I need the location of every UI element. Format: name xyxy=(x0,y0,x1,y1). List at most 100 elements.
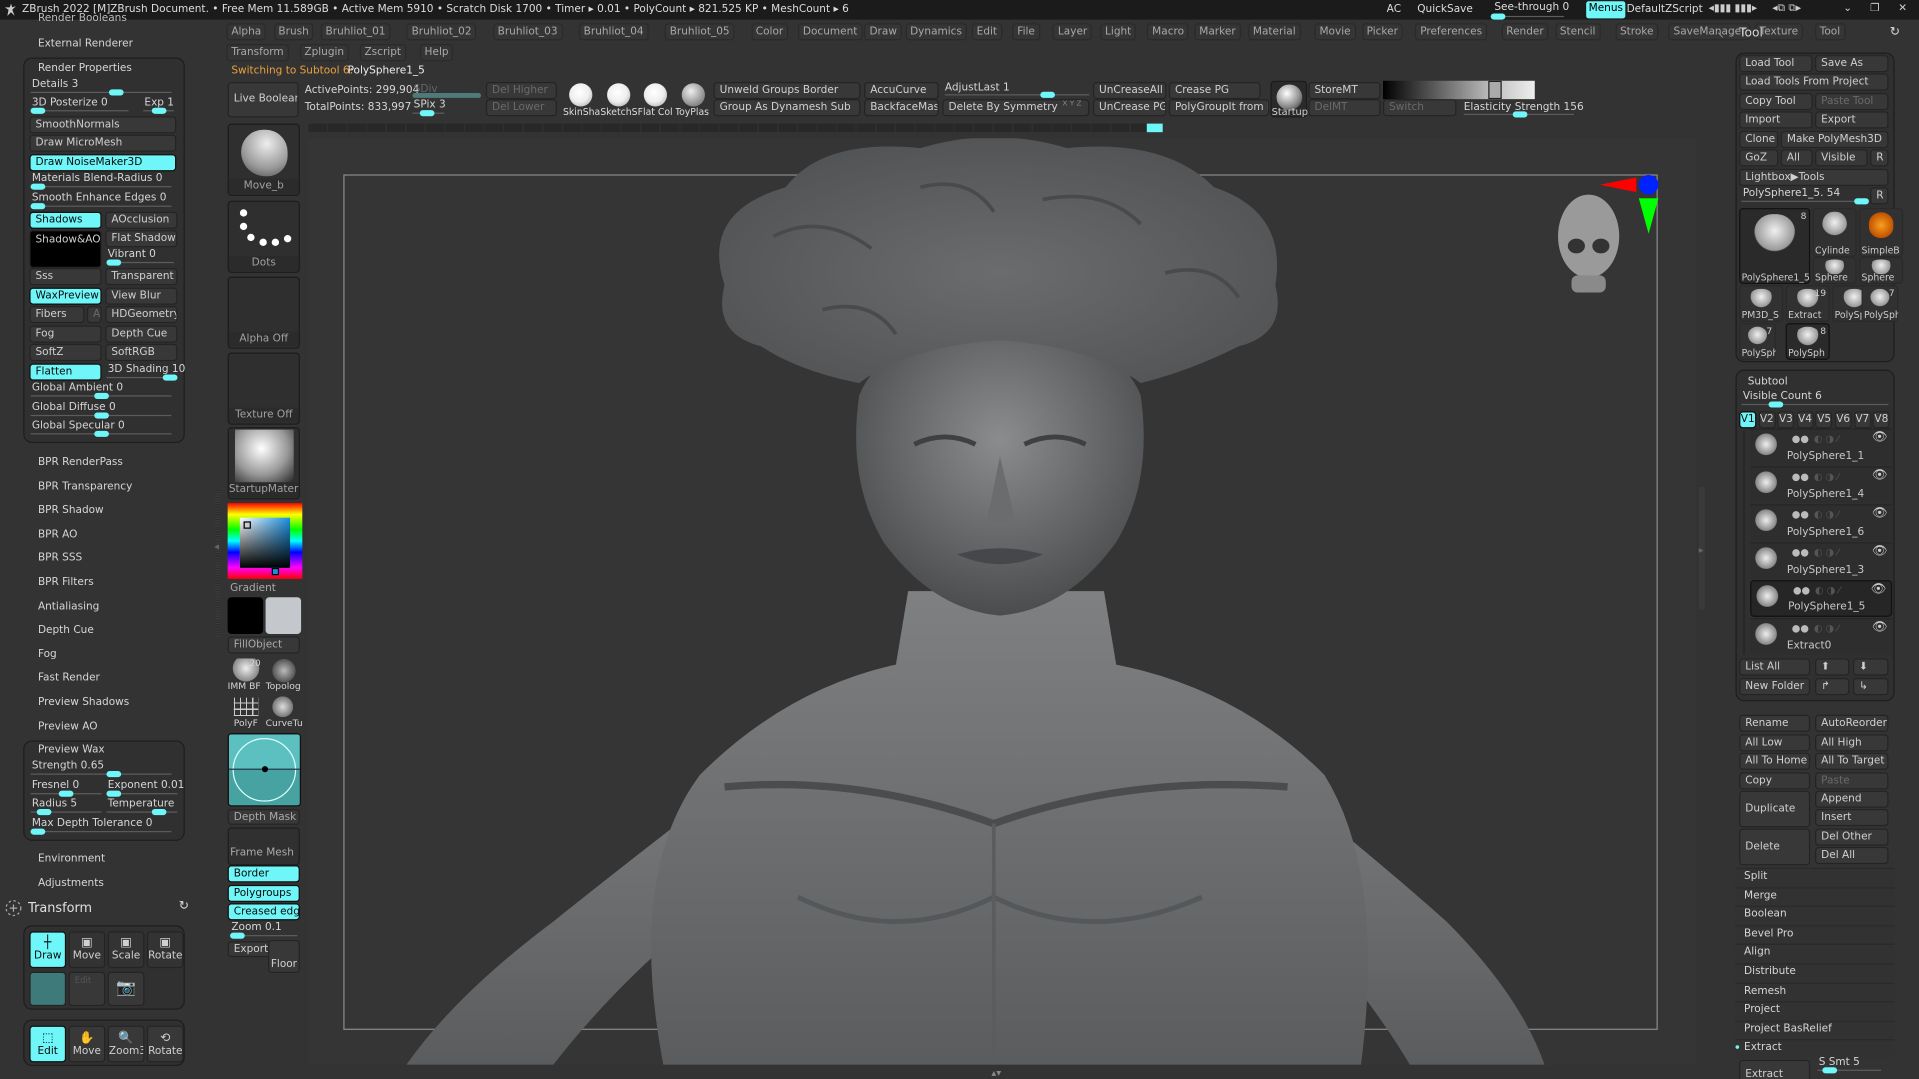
menu-movie[interactable]: Movie xyxy=(1314,23,1356,41)
canvas-viewport[interactable] xyxy=(308,137,1697,1065)
subtool-item[interactable]: ●● ◐ ◑ ⁄ 👁 PolySphere1_4 xyxy=(1750,466,1893,504)
del-higher-button[interactable]: Del Higher xyxy=(485,82,557,100)
material-gradient-bar[interactable] xyxy=(1383,80,1535,100)
menu-bruhliot-03[interactable]: Bruhliot_03 xyxy=(492,23,563,41)
scale-button[interactable]: ▣ Scale xyxy=(107,931,145,969)
s-smt-slider-track[interactable] xyxy=(1817,1067,1882,1074)
move-view-button[interactable]: ✋ Move xyxy=(68,1025,106,1063)
slider-knob[interactable] xyxy=(108,89,124,96)
version-v6[interactable]: V6 xyxy=(1834,411,1852,429)
switch-button[interactable]: Switch xyxy=(1383,99,1457,117)
layout-toggle-icon[interactable]: ◂▮▮▮ ▮▮▮▸ xyxy=(1709,2,1758,14)
slider-knob[interactable] xyxy=(106,259,122,266)
waxpreview-button[interactable]: WaxPreview xyxy=(29,287,102,305)
polygroups-toggle[interactable]: Polygroups xyxy=(227,884,300,903)
global-ambient-slider[interactable]: Global Ambient 0 xyxy=(32,382,123,394)
blend-radius-slider[interactable]: Materials Blend-Radius 0 xyxy=(32,173,163,185)
autoreorder-button[interactable]: AutoReorder xyxy=(1815,714,1889,732)
menu-stencil[interactable]: Stencil xyxy=(1554,23,1601,41)
brush-selector[interactable]: Move_b xyxy=(227,123,300,196)
list-all-button[interactable]: List All xyxy=(1739,658,1811,676)
creased-edges-toggle[interactable]: Creased edges xyxy=(227,903,300,921)
group-as-dynamesh-sub-button[interactable]: Group As Dynamesh Sub xyxy=(713,99,861,117)
see-through-slider[interactable]: See-through 0 xyxy=(1494,1,1569,13)
menu-item-preview-shadows[interactable]: Preview Shadows xyxy=(38,696,129,708)
gyro-button[interactable] xyxy=(29,971,67,1007)
aocclusion-button[interactable]: AOcclusion xyxy=(105,211,178,229)
polypaint-toggle-icon[interactable]: ●● xyxy=(1793,585,1810,596)
menu-item-bpr-filters[interactable]: BPR Filters xyxy=(38,576,94,588)
subtool-options-icon[interactable]: ◐ ◑ ⁄ xyxy=(1815,585,1840,596)
tool-count-slider[interactable]: PolySphere1_5. 54 xyxy=(1743,187,1840,199)
stroke-selector[interactable]: Dots xyxy=(227,200,300,273)
version-v4[interactable]: V4 xyxy=(1796,411,1814,429)
texture-selector[interactable]: Texture Off xyxy=(227,352,300,425)
global-specular-slider-track[interactable] xyxy=(30,430,172,437)
slider-knob[interactable] xyxy=(30,203,46,210)
menu-document[interactable]: Document xyxy=(797,23,863,41)
all-high-button[interactable]: All High xyxy=(1815,734,1889,752)
import-button[interactable]: Import xyxy=(1739,111,1813,129)
environment-item[interactable]: Environment xyxy=(38,853,105,865)
tool-thumbnail[interactable]: PM3D_S xyxy=(1739,285,1784,322)
render-booleans-item[interactable]: Render Booleans xyxy=(38,12,127,22)
skull-preview[interactable] xyxy=(1558,194,1620,293)
visible-count-slider-track[interactable] xyxy=(1741,401,1889,408)
draw-micromesh-button[interactable]: Draw MicroMesh xyxy=(29,134,177,152)
sdiv-slider[interactable] xyxy=(412,93,481,98)
move-button[interactable]: ▣ Move xyxy=(68,931,106,969)
flat-shadow-button[interactable]: Flat Shadow xyxy=(105,230,178,248)
global-specular-slider[interactable]: Global Specular 0 xyxy=(32,420,125,432)
preview-wax-title[interactable]: Preview Wax xyxy=(38,744,105,756)
polypaint-toggle-icon[interactable]: ●● xyxy=(1792,547,1809,558)
menu-brush[interactable]: Brush xyxy=(273,23,314,41)
slider-knob[interactable] xyxy=(93,412,109,419)
reset-icon[interactable]: ↻ xyxy=(1890,26,1900,39)
live-boolean-button[interactable]: Live Boolean xyxy=(227,82,299,118)
visibility-eye-icon[interactable]: 👁 xyxy=(1872,507,1888,520)
collapse-right-arrow-icon[interactable]: ▸ xyxy=(1699,545,1704,556)
details-slider[interactable]: Details 3 xyxy=(32,78,79,90)
menu-color[interactable]: Color xyxy=(750,23,789,41)
frame-mesh-button[interactable]: Frame Mesh xyxy=(230,847,294,859)
delmt-button[interactable]: DelMT xyxy=(1308,99,1381,117)
goz-r-button[interactable]: R xyxy=(1870,149,1889,167)
paste-tool-button[interactable]: Paste Tool xyxy=(1815,93,1889,111)
blend-radius-slider-track[interactable] xyxy=(30,183,172,190)
fill-object-button[interactable]: FillObject xyxy=(227,636,300,654)
fibers-button[interactable]: Fibers xyxy=(29,305,85,324)
visible-count-slider[interactable]: Visible Count 6 xyxy=(1743,390,1822,402)
posterize-slider-track[interactable] xyxy=(30,107,129,114)
menu-light[interactable]: Light xyxy=(1100,23,1137,41)
depth-mask-control[interactable] xyxy=(227,733,302,807)
menu-stroke[interactable]: Stroke xyxy=(1615,23,1659,41)
crease-pg-button[interactable]: Crease PG xyxy=(1168,82,1261,100)
bottom-collapse-arrow-icon[interactable]: ▴▾ xyxy=(991,1067,1001,1078)
paste-button[interactable]: Paste xyxy=(1815,772,1889,790)
subtool-list-scrollbar[interactable] xyxy=(1742,430,1746,655)
export-button[interactable]: Export xyxy=(1815,111,1889,129)
move-into-folder-button[interactable]: ↱ xyxy=(1815,678,1850,696)
tool-thumbnail[interactable]: PolySph 8 xyxy=(1785,323,1830,360)
visibility-eye-icon[interactable]: 👁 xyxy=(1870,583,1886,596)
lightbox-tools-button[interactable]: Lightbox▶Tools xyxy=(1739,168,1889,187)
del-all-button[interactable]: Del All xyxy=(1815,846,1889,865)
subtool-options-icon[interactable]: ◐ ◑ ⁄ xyxy=(1814,471,1839,482)
exp-slider-track[interactable] xyxy=(143,107,174,114)
delete-button[interactable]: Delete xyxy=(1739,828,1811,866)
copy-tool-button[interactable]: Copy Tool xyxy=(1739,93,1813,111)
slider-knob[interactable] xyxy=(106,771,121,778)
menu-edit[interactable]: Edit xyxy=(971,23,1002,41)
restore-icon[interactable]: ❐ xyxy=(1870,2,1879,14)
close-icon[interactable]: ✕ xyxy=(1898,2,1907,14)
border-toggle[interactable]: Border xyxy=(227,865,300,883)
polygroupit-button[interactable]: PolyGroupIt from Pai xyxy=(1168,99,1270,117)
temperature-slider-track[interactable] xyxy=(106,808,178,816)
backfacemask-button[interactable]: BackfaceMask xyxy=(864,99,939,117)
menu-help[interactable]: Help xyxy=(419,44,454,62)
slider-knob[interactable] xyxy=(1040,91,1056,98)
xyz-toggle[interactable]: X Y Z xyxy=(1062,99,1081,108)
subtool-item[interactable]: ●● ◐ ◑ ⁄ 👁 PolySphere1_3 xyxy=(1750,542,1893,579)
depth-mask-button[interactable]: Depth Mask xyxy=(227,808,300,825)
fog-button[interactable]: Fog xyxy=(29,325,102,343)
